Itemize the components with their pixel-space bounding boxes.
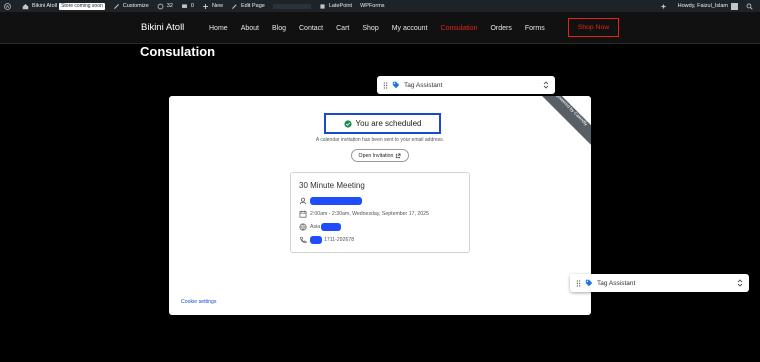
chevron-updown-icon[interactable]: [737, 279, 743, 287]
nav-about[interactable]: About: [241, 25, 259, 32]
drag-handle-icon[interactable]: [576, 279, 581, 287]
open-invitation-button[interactable]: Open Invitation: [351, 149, 409, 162]
chevron-updown-icon[interactable]: [543, 81, 549, 89]
nav-cart[interactable]: Cart: [336, 25, 349, 32]
edit-page-link[interactable]: Edit Page: [227, 0, 269, 12]
meeting-details: 30 Minute Meeting 2:00am - 2:30am, Wedne…: [290, 172, 470, 253]
customize-link[interactable]: Customize: [109, 0, 153, 12]
my-account-menu[interactable]: Howdy, Faizul_Islam: [674, 0, 742, 12]
person-icon: [299, 197, 307, 205]
pencil-icon: [231, 3, 237, 9]
customize-label: Customize: [122, 3, 149, 9]
cookie-settings-link[interactable]: Cookie settings: [181, 299, 216, 305]
search-toggle[interactable]: [742, 0, 760, 12]
tag-assistant-bar-bottom[interactable]: Tag Assistant: [570, 274, 749, 292]
updates-count: 32: [166, 3, 173, 9]
nav-shop[interactable]: Shop: [362, 25, 378, 32]
site-logo[interactable]: Bikini Atoll: [141, 22, 184, 33]
avatar: [731, 2, 738, 10]
meeting-time: 2:00am - 2:30am, Wednesday, September 17…: [310, 211, 429, 217]
tag-assistant-label: Tag Assistant: [404, 81, 443, 89]
sparkle-icon: [660, 3, 666, 9]
wp-logo-menu[interactable]: W: [0, 0, 18, 12]
latepoint-label: LatePoint: [328, 3, 353, 9]
blank-menu-item[interactable]: [272, 3, 311, 9]
nav-home[interactable]: Home: [209, 25, 228, 32]
sparkle-menu[interactable]: [656, 0, 674, 12]
nav-contact[interactable]: Contact: [299, 25, 323, 32]
main-nav: Home About Blog Contact Cart Shop My acc…: [209, 19, 558, 37]
updates-link[interactable]: 32: [153, 0, 177, 12]
timezone-row: Asia: [299, 223, 342, 231]
phone-row: 1711-292678: [299, 236, 354, 244]
shop-now-button[interactable]: Shop Now: [568, 18, 619, 37]
nav-orders[interactable]: Orders: [490, 25, 511, 32]
howdy-label: Howdy, Faizul_Islam: [677, 3, 728, 9]
search-icon: [746, 3, 753, 10]
nav-consulation[interactable]: Consulation: [441, 25, 478, 32]
nav-blog[interactable]: Blog: [272, 25, 286, 32]
phone-icon: [300, 236, 307, 244]
comments-link[interactable]: 0: [177, 0, 198, 12]
plus-icon: [203, 3, 208, 9]
scheduled-banner: You are scheduled: [324, 113, 441, 134]
site-header: Bikini Atoll Home About Blog Contact Car…: [0, 12, 760, 44]
open-invitation-label: Open Invitation: [358, 152, 394, 159]
site-name: Bikini Atoll: [32, 3, 58, 9]
meeting-title: 30 Minute Meeting: [299, 181, 365, 190]
site-name-menu[interactable]: Bikini Atoll Store coming soon: [18, 0, 109, 12]
timezone-prefix: Asia: [310, 224, 321, 230]
home-icon: [22, 3, 29, 9]
time-row: 2:00am - 2:30am, Wednesday, September 17…: [299, 210, 429, 218]
wpforms-label: WPForms: [360, 3, 385, 9]
latepoint-icon: [320, 3, 325, 9]
attendee-row: [299, 197, 362, 205]
store-coming-soon-badge: Store coming soon: [59, 2, 105, 10]
new-label: New: [211, 3, 223, 9]
updates-icon: [157, 3, 164, 9]
wordpress-icon: W: [4, 2, 11, 10]
phone-number: 1711-292678: [324, 237, 355, 243]
latepoint-link[interactable]: LatePoint: [315, 0, 356, 12]
redacted-timezone: [321, 223, 342, 231]
brush-icon: [113, 3, 119, 9]
page-title: Consulation: [140, 44, 216, 59]
redacted-name: [310, 197, 362, 205]
scheduled-heading: You are scheduled: [355, 119, 422, 128]
external-link-icon: [396, 153, 401, 158]
wpforms-link[interactable]: WPForms: [356, 0, 388, 12]
tag-icon: [392, 81, 400, 89]
drag-handle-icon[interactable]: [383, 81, 388, 89]
nav-my-account[interactable]: My account: [392, 25, 428, 32]
edit-page-label: Edit Page: [240, 3, 265, 9]
check-circle-icon: [343, 119, 352, 128]
calendly-confirmation-card: powered by Calendly You are scheduled A …: [169, 96, 591, 315]
tag-icon: [585, 279, 593, 287]
comment-icon: [181, 3, 187, 8]
tag-assistant-label: Tag Assistant: [597, 279, 636, 287]
wp-admin-bar: W Bikini Atoll Store coming soon Customi…: [0, 0, 760, 12]
svg-text:W: W: [6, 3, 10, 8]
new-content-menu[interactable]: New: [198, 0, 227, 12]
globe-icon: [299, 223, 307, 231]
page-root: W Bikini Atoll Store coming soon Customi…: [0, 0, 760, 362]
calendar-icon: [299, 210, 307, 218]
comments-count: 0: [190, 3, 194, 9]
invite-sent-text: A calendar invitation has been sent to y…: [315, 137, 445, 143]
nav-forms[interactable]: Forms: [525, 25, 545, 32]
tag-assistant-bar-top[interactable]: Tag Assistant: [377, 76, 555, 94]
redacted-phone-prefix: [310, 236, 322, 244]
